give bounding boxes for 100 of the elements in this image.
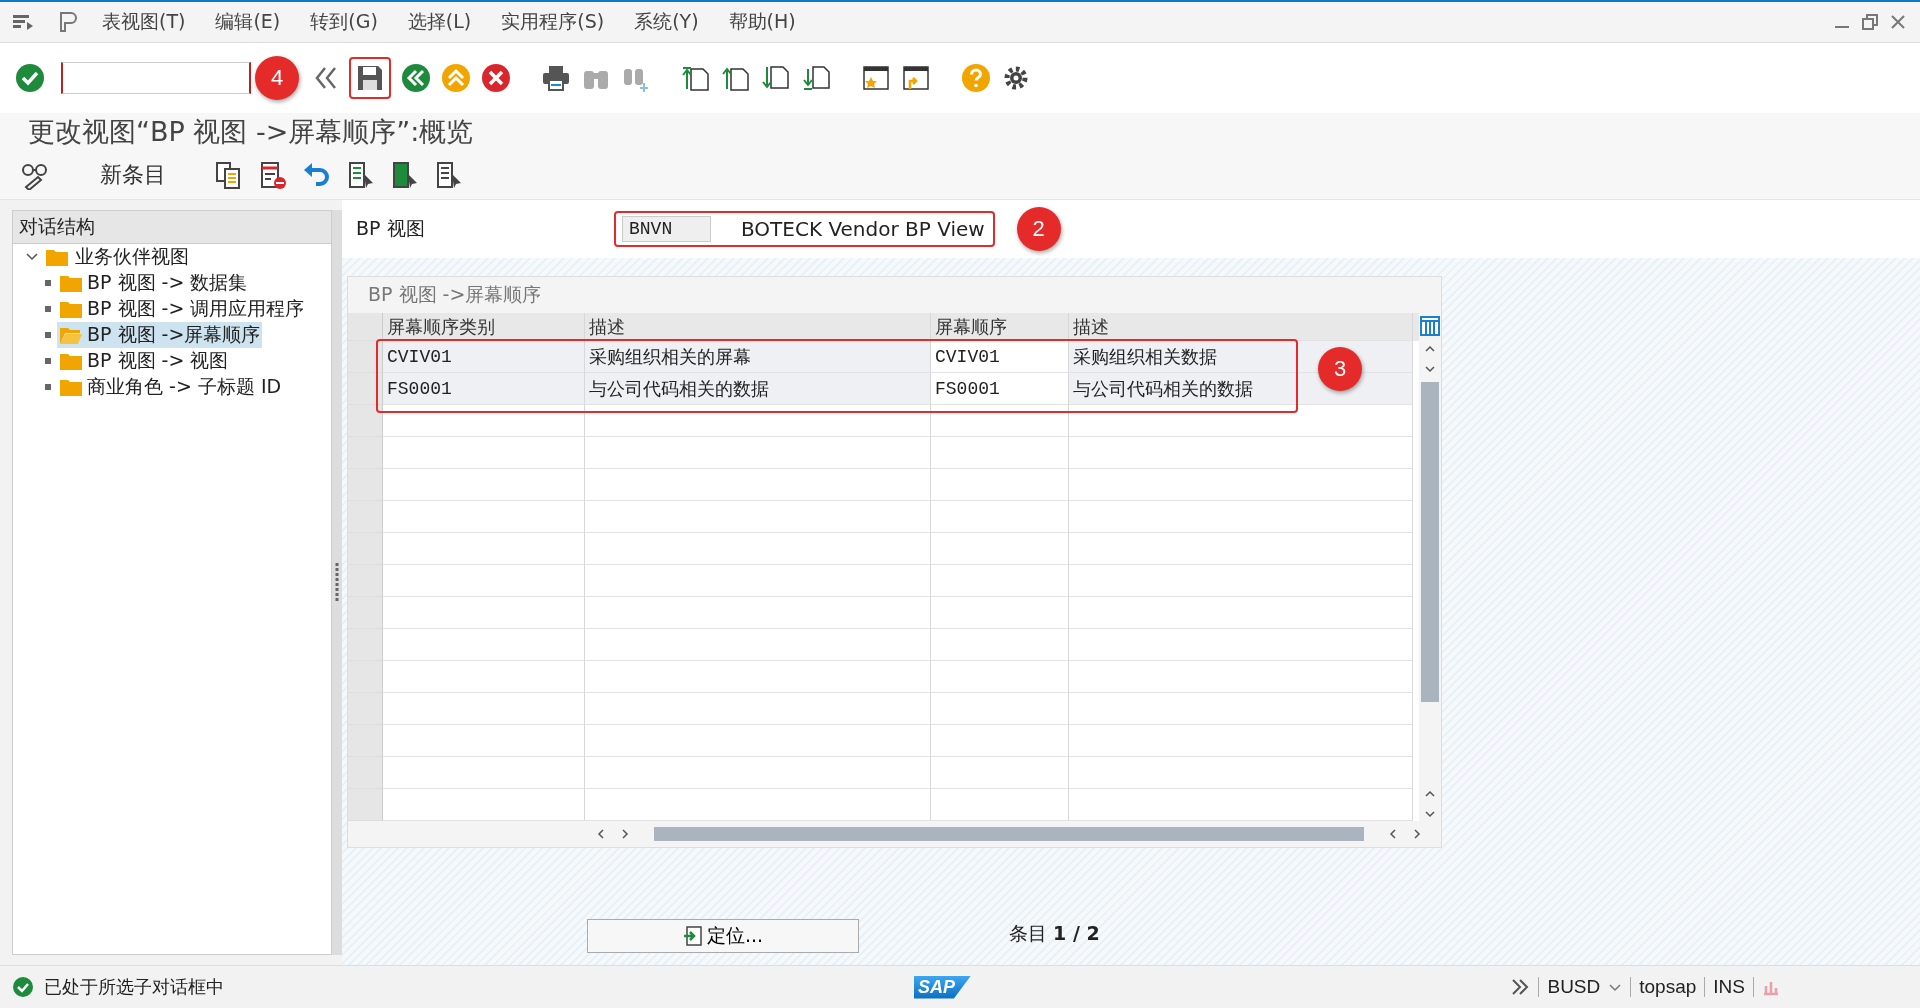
table-cell[interactable] [1069,693,1413,725]
table-cell[interactable] [1069,789,1413,821]
back-icon[interactable] [401,63,431,93]
menu-item[interactable]: 实用程序(S) [501,9,605,35]
scrollbar-thumb[interactable] [654,827,1364,841]
menu-item[interactable]: 编辑(E) [215,9,281,35]
table-cell[interactable] [585,757,931,789]
table-cell[interactable] [383,437,585,469]
table-cell[interactable] [585,693,931,725]
table-cell[interactable] [1069,597,1413,629]
table-cell[interactable] [1069,757,1413,789]
cancel-icon[interactable] [481,63,511,93]
new-entries-button[interactable]: 新条目 [90,156,176,194]
row-selector[interactable] [348,405,383,437]
table-cell[interactable] [931,693,1069,725]
table-cell[interactable] [931,597,1069,629]
table-cell[interactable] [383,725,585,757]
tree-item[interactable]: BP 视图 -> 调用应用程序 [57,296,307,322]
help-icon[interactable] [961,63,991,93]
row-selector[interactable] [348,341,383,373]
table-cell[interactable] [383,597,585,629]
table-cell[interactable]: FS0001 [931,373,1069,405]
table-cell[interactable] [585,437,931,469]
tree-item[interactable]: 商业角色 -> 子标题 ID [57,374,284,400]
table-cell[interactable] [1069,437,1413,469]
table-cell[interactable] [1069,533,1413,565]
table-cell[interactable] [585,533,931,565]
table-cell[interactable] [383,629,585,661]
table-cell[interactable] [585,661,931,693]
deselect-all-icon[interactable] [434,160,464,190]
table-cell[interactable] [383,565,585,597]
scrollbar-thumb[interactable] [1421,382,1439,702]
menu-item[interactable]: 选择(L) [407,9,472,35]
layout-icon[interactable] [58,11,78,33]
expand-icon[interactable] [1510,978,1531,996]
table-cell[interactable] [1069,469,1413,501]
table-cell[interactable] [585,501,931,533]
table-cell[interactable] [585,405,931,437]
table-cell[interactable] [931,501,1069,533]
status-item[interactable]: INS [1713,976,1745,998]
splitter-handle-icon[interactable] [335,562,339,603]
table-cell[interactable] [383,501,585,533]
select-block-icon[interactable] [390,160,420,190]
table-cell[interactable] [585,469,931,501]
table-cell[interactable] [585,725,931,757]
table-cell[interactable] [1069,661,1413,693]
table-cell[interactable] [1069,629,1413,661]
table-cell[interactable] [383,693,585,725]
table-cell[interactable] [931,629,1069,661]
bookmark-window-icon[interactable] [861,63,891,93]
table-cell[interactable] [1069,405,1413,437]
table-cell[interactable] [931,789,1069,821]
table-cell[interactable] [1069,501,1413,533]
table-cell[interactable] [383,533,585,565]
table-cell[interactable] [383,405,585,437]
menu-item[interactable]: 帮助(H) [728,9,796,35]
table-cell[interactable] [585,597,931,629]
table-cell[interactable] [931,725,1069,757]
code-field[interactable]: BNVN [622,216,711,242]
table-cell[interactable] [585,565,931,597]
select-all-cell[interactable] [348,313,383,341]
table-cell[interactable] [1069,565,1413,597]
table-cell[interactable] [931,757,1069,789]
menu-item[interactable]: 表视图(T) [102,9,186,35]
menu-icon[interactable] [12,13,34,31]
status-item[interactable]: BUSD [1547,976,1601,998]
menu-item[interactable]: 系统(Y) [634,9,699,35]
table-cell[interactable] [931,405,1069,437]
select-all-icon[interactable] [346,160,376,190]
menu-item[interactable]: 转到(G) [310,9,378,35]
close-icon[interactable] [1890,14,1906,30]
position-button[interactable]: 定位... [587,919,859,953]
status-item[interactable]: topsap [1639,976,1697,998]
save-icon[interactable] [355,63,385,93]
command-field[interactable] [61,62,251,94]
table-cell[interactable]: CVIV01 [931,341,1069,373]
table-cell[interactable] [383,757,585,789]
table-cell[interactable] [931,565,1069,597]
delete-icon[interactable] [258,160,288,190]
tree-item[interactable]: BP 视图 ->屏幕顺序 [57,322,263,348]
tree-item[interactable]: BP 视图 -> 数据集 [57,270,250,296]
restore-icon[interactable] [1862,14,1878,30]
table-cell[interactable] [585,629,931,661]
check-icon[interactable] [15,63,45,93]
table-cell[interactable] [931,437,1069,469]
table-cell[interactable] [931,661,1069,693]
table-cell[interactable] [931,469,1069,501]
table-cell[interactable] [383,661,585,693]
table-cell[interactable] [931,533,1069,565]
table-cell[interactable] [1069,725,1413,757]
tree-item[interactable]: BP 视图 -> 视图 [57,348,231,374]
table-cell[interactable] [383,789,585,821]
exit-icon[interactable] [441,63,471,93]
print-icon[interactable] [541,63,571,93]
new-window-icon[interactable] [901,63,931,93]
row-selector[interactable] [348,373,383,405]
table-cell[interactable] [383,469,585,501]
table-cell[interactable] [585,789,931,821]
last-page-icon[interactable] [801,63,831,93]
tree-item[interactable]: 业务伙伴视图 [75,244,189,270]
